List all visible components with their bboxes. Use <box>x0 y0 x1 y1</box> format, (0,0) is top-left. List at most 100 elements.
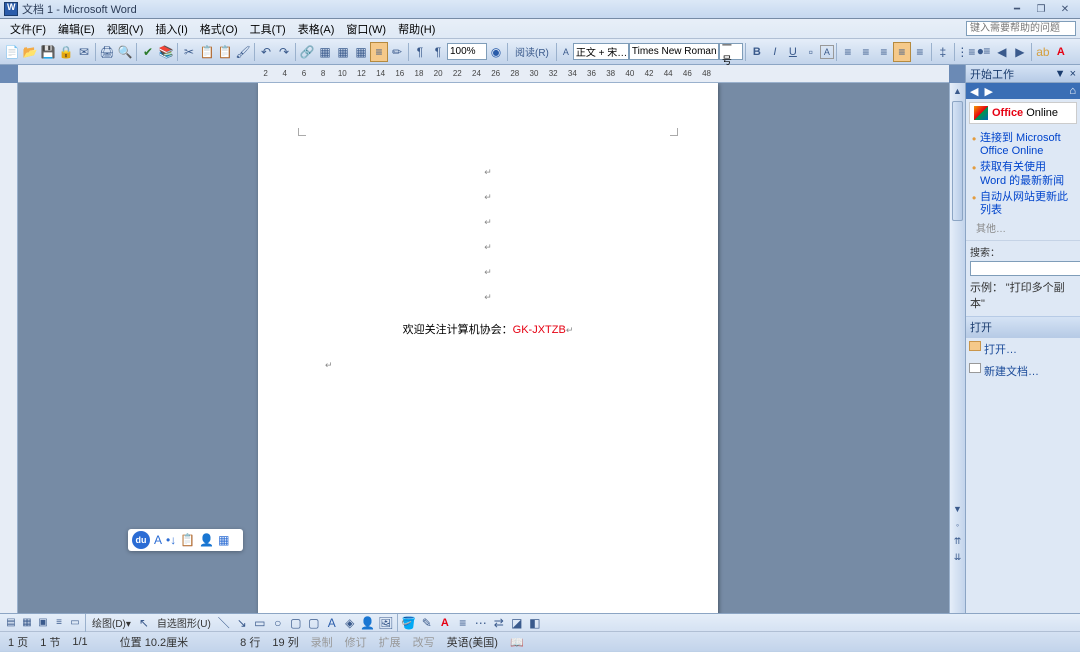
status-rec[interactable]: 录制 <box>311 634 333 650</box>
menu-insert[interactable]: 插入(I) <box>149 19 193 39</box>
copy-button[interactable]: 📋 <box>198 42 216 62</box>
columns-button[interactable]: ≡ <box>370 42 388 62</box>
format-painter-button[interactable]: 🖌 <box>234 42 252 62</box>
minimize-button[interactable]: ━ <box>1006 2 1028 16</box>
reading-view-button[interactable]: ▭ <box>67 615 83 630</box>
numbering-button[interactable]: ⋮≡ <box>957 42 975 62</box>
distribute-button[interactable]: ≡ <box>911 42 929 62</box>
nav-back-button[interactable]: ◀ <box>970 85 978 98</box>
task-pane-dropdown[interactable]: ▼ <box>1055 68 1066 80</box>
tp-link-update[interactable]: 自动从网站更新此列表 <box>980 191 1074 217</box>
menu-help[interactable]: 帮助(H) <box>392 19 441 39</box>
ft-copy-button[interactable]: 📋 <box>180 533 195 547</box>
ft-grid-button[interactable]: ▦ <box>218 533 229 547</box>
status-trk[interactable]: 修订 <box>345 634 367 650</box>
help-search-input[interactable] <box>966 21 1076 36</box>
outline-view-button[interactable]: ≡ <box>51 615 67 630</box>
floating-mini-toolbar[interactable]: du A •↓ 📋 👤 ▦ <box>128 529 243 551</box>
nav-forward-button[interactable]: ▶ <box>984 85 992 98</box>
align-justify-button[interactable]: ≡ <box>893 42 911 62</box>
scroll-up-arrow[interactable]: ▲ <box>950 83 965 99</box>
styles-button[interactable]: A <box>559 42 573 62</box>
cut-button[interactable]: ✂ <box>180 42 198 62</box>
select-objects-button[interactable]: ↖ <box>135 613 153 633</box>
line-button[interactable]: ＼ <box>215 613 233 633</box>
status-ext[interactable]: 扩展 <box>379 634 401 650</box>
italic-button[interactable]: I <box>766 42 784 62</box>
align-right-button[interactable]: ≡ <box>875 42 893 62</box>
scroll-thumb[interactable] <box>952 101 963 221</box>
document-canvas[interactable]: ↵ ↵ ↵ ↵ ↵ ↵ 欢迎关注计算机协会：GK-JXTZB↵ ↵ du A <box>18 83 949 613</box>
shadow-button[interactable]: ◪ <box>508 613 526 633</box>
bold-button[interactable]: B <box>748 42 766 62</box>
prev-page-button[interactable]: ⇈ <box>950 533 965 549</box>
oval-button[interactable]: ○ <box>269 613 287 633</box>
menu-edit[interactable]: 编辑(E) <box>52 19 101 39</box>
wordart-button[interactable]: A <box>323 613 341 633</box>
highlight-button[interactable]: ab <box>1034 42 1052 62</box>
spelling-button[interactable]: ✔ <box>139 42 157 62</box>
web-view-button[interactable]: ▦ <box>19 615 35 630</box>
menu-table[interactable]: 表格(A) <box>292 19 341 39</box>
du-icon[interactable]: du <box>132 531 150 549</box>
office-online-banner[interactable]: Office Office OnlineOnline <box>969 102 1077 124</box>
bullets-button[interactable]: ⦁≡ <box>975 42 993 62</box>
vert-textbox-button[interactable]: ▢ <box>305 613 323 633</box>
align-left-button[interactable]: ≡ <box>839 42 857 62</box>
arrow-button[interactable]: ↘ <box>233 613 251 633</box>
nav-home-button[interactable]: ⌂ <box>1069 85 1076 97</box>
status-language[interactable]: 英语(美国) <box>447 634 498 650</box>
align-center-button[interactable]: ≡ <box>857 42 875 62</box>
task-pane-search-input[interactable] <box>970 261 1080 276</box>
read-layout-button[interactable]: 阅读(R) <box>510 42 554 62</box>
font-combo[interactable]: Times New Roman <box>629 43 719 60</box>
page[interactable]: ↵ ↵ ↵ ↵ ↵ ↵ 欢迎关注计算机协会：GK-JXTZB↵ ↵ <box>258 83 718 613</box>
menu-tools[interactable]: 工具(T) <box>244 19 292 39</box>
diagram-button[interactable]: ◈ <box>341 613 359 633</box>
permission-button[interactable]: 🔒 <box>57 42 75 62</box>
font-color-draw-button[interactable]: A <box>436 613 454 633</box>
show-marks-button[interactable]: ¶ <box>429 42 447 62</box>
insert-table-button[interactable]: ▦ <box>334 42 352 62</box>
increase-indent-button[interactable]: ▶ <box>1011 42 1029 62</box>
next-page-button[interactable]: ⇊ <box>950 549 965 565</box>
status-spellcheck-icon[interactable]: 📖 <box>510 636 524 649</box>
ft-user-button[interactable]: 👤 <box>199 533 214 547</box>
line-style-button[interactable]: ≡ <box>454 613 472 633</box>
tp-link-other[interactable]: 其他… <box>976 220 1074 235</box>
excel-button[interactable]: ▦ <box>352 42 370 62</box>
open-file-link[interactable]: 打开… <box>966 338 1080 360</box>
autoshapes-button[interactable]: 自选图形(U) <box>153 615 215 630</box>
3d-button[interactable]: ◧ <box>526 613 544 633</box>
print-button[interactable]: 🖨 <box>98 42 116 62</box>
line-spacing-button[interactable]: ‡ <box>934 42 952 62</box>
open-button[interactable]: 📂 <box>21 42 39 62</box>
doc-map-button[interactable]: ¶ <box>411 42 429 62</box>
task-pane-close-button[interactable]: × <box>1070 68 1076 80</box>
tp-link-news[interactable]: 获取有关使用 Word 的最新新闻 <box>980 161 1074 187</box>
dash-style-button[interactable]: ⋯ <box>472 613 490 633</box>
print-preview-button[interactable]: 🔍 <box>116 42 134 62</box>
menu-window[interactable]: 窗口(W) <box>340 19 392 39</box>
drawing-button[interactable]: ✏ <box>388 42 406 62</box>
help-button[interactable]: ◉ <box>487 42 505 62</box>
new-document-link[interactable]: 新建文档… <box>966 360 1080 382</box>
decrease-indent-button[interactable]: ◀ <box>993 42 1011 62</box>
picture-button[interactable]: 🖼 <box>377 613 395 633</box>
clipart-button[interactable]: 👤 <box>359 613 377 633</box>
hyperlink-button[interactable]: 🔗 <box>298 42 316 62</box>
textbox-button[interactable]: ▢ <box>287 613 305 633</box>
vertical-scrollbar[interactable]: ▲ ▼ ◦ ⇈ ⇊ <box>949 83 965 613</box>
underline-button[interactable]: U <box>784 42 802 62</box>
draw-button[interactable]: 绘图(D)▾ <box>88 615 135 630</box>
rectangle-button[interactable]: ▭ <box>251 613 269 633</box>
arrow-style-button[interactable]: ⇄ <box>490 613 508 633</box>
mail-button[interactable]: ✉ <box>75 42 93 62</box>
new-doc-button[interactable]: 📄 <box>3 42 21 62</box>
border-button[interactable]: ▫ <box>802 42 820 62</box>
ft-translate-button[interactable]: •↓ <box>166 533 176 547</box>
font-color-button[interactable]: A <box>1052 42 1070 62</box>
line-color-button[interactable]: ✎ <box>418 613 436 633</box>
close-button[interactable]: ✕ <box>1054 2 1076 16</box>
save-button[interactable]: 💾 <box>39 42 57 62</box>
